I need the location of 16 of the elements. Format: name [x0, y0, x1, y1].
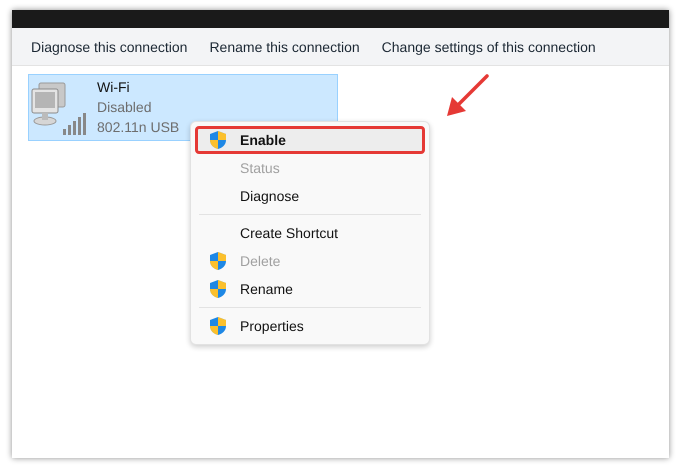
menu-item[interactable]: Create Shortcut — [195, 219, 425, 247]
adapter-status: Disabled — [97, 98, 152, 117]
toolbar-button[interactable]: Change settings of this connection — [376, 34, 601, 58]
adapter-name: Wi-Fi — [97, 78, 131, 97]
shield-icon — [209, 316, 227, 336]
menu-item[interactable]: Enable — [195, 126, 425, 154]
menu-item[interactable]: Rename — [195, 275, 425, 303]
menu-item[interactable]: Diagnose — [195, 182, 425, 210]
shield-icon — [209, 279, 227, 299]
adapter-device: 802.11n USB — [97, 118, 180, 137]
toolbar-button[interactable]: Rename this connection — [204, 34, 365, 58]
menu-item[interactable]: Properties — [195, 312, 425, 340]
arrow-icon — [445, 73, 491, 119]
shield-icon — [209, 251, 227, 271]
shield-icon — [209, 130, 227, 150]
toolbar-button[interactable]: Diagnose this connection — [26, 34, 192, 58]
